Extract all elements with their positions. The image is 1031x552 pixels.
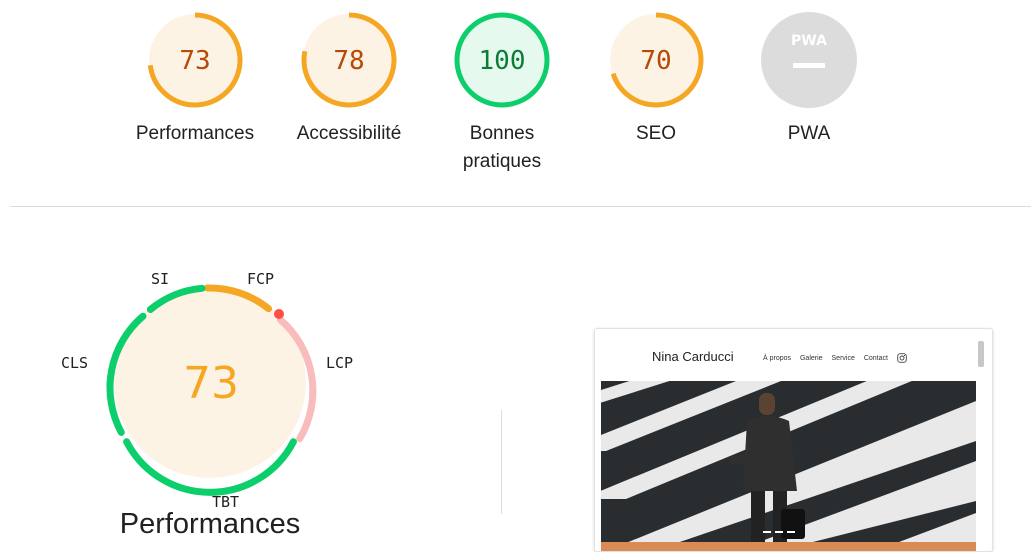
score-gauge-performance[interactable]: 73 Performances — [136, 12, 254, 144]
gauge-value: 100 — [479, 46, 526, 76]
gauge-value: 78 — [333, 46, 364, 76]
performance-metrics-gauge: 73 SI FCP LCP CLS TBT — [61, 270, 353, 511]
gauge-ring: 70 — [608, 12, 704, 108]
metric-label-cls: CLS — [61, 354, 88, 372]
nav-link-contact: Contact — [863, 354, 888, 362]
score-gauge-best-practices[interactable]: 100 Bonnes pratiques — [454, 12, 550, 172]
site-name: Nina Carducci — [652, 349, 734, 364]
metric-label-fcp: FCP — [247, 270, 274, 288]
score-gauge-pwa[interactable]: PWA PWA — [761, 12, 857, 144]
section-divider — [10, 206, 1031, 207]
gauge-label: SEO — [635, 123, 677, 144]
site-nav: À propos Galerie Service Contact — [763, 353, 907, 363]
nav-link-service: Service — [831, 354, 855, 362]
nav-link-gallery: Galerie — [799, 354, 823, 362]
gauge-label: PWA — [787, 123, 831, 144]
gauge-label: Bonnes pratiques — [462, 123, 542, 172]
gauge-label: Accessibilité — [296, 123, 402, 144]
score-gauge-seo[interactable]: 70 SEO — [608, 12, 704, 144]
gauge-label: Performances — [135, 123, 255, 144]
gauge-ring: 100 — [454, 12, 550, 108]
gauge-value: 70 — [640, 46, 671, 76]
performance-title: Performances — [119, 508, 301, 540]
vertical-divider — [501, 410, 502, 514]
pwa-badge: PWA — [761, 12, 857, 108]
gauge-ring: 78 — [301, 12, 397, 108]
pwa-logo-text: PWA — [791, 33, 827, 49]
lcp-marker-dot — [274, 309, 284, 319]
preview-scrollbar — [978, 341, 984, 367]
gauge-value: 73 — [179, 46, 210, 76]
crosswalk-photo — [601, 381, 976, 545]
hero-image — [601, 381, 976, 545]
score-gauge-accessibility[interactable]: 78 Accessibilité — [297, 12, 401, 144]
metric-label-lcp: LCP — [326, 354, 353, 372]
metric-label-si: SI — [151, 270, 169, 288]
performance-score: 73 — [183, 358, 239, 409]
nav-link-about: À propos — [763, 354, 792, 362]
final-screenshot-preview[interactable]: Nina Carducci À propos Galerie Service C… — [594, 328, 993, 552]
gauge-bg — [761, 12, 857, 108]
gauge-ring: 73 — [147, 12, 243, 108]
pwa-dash — [793, 63, 825, 68]
instagram-icon — [897, 353, 907, 363]
